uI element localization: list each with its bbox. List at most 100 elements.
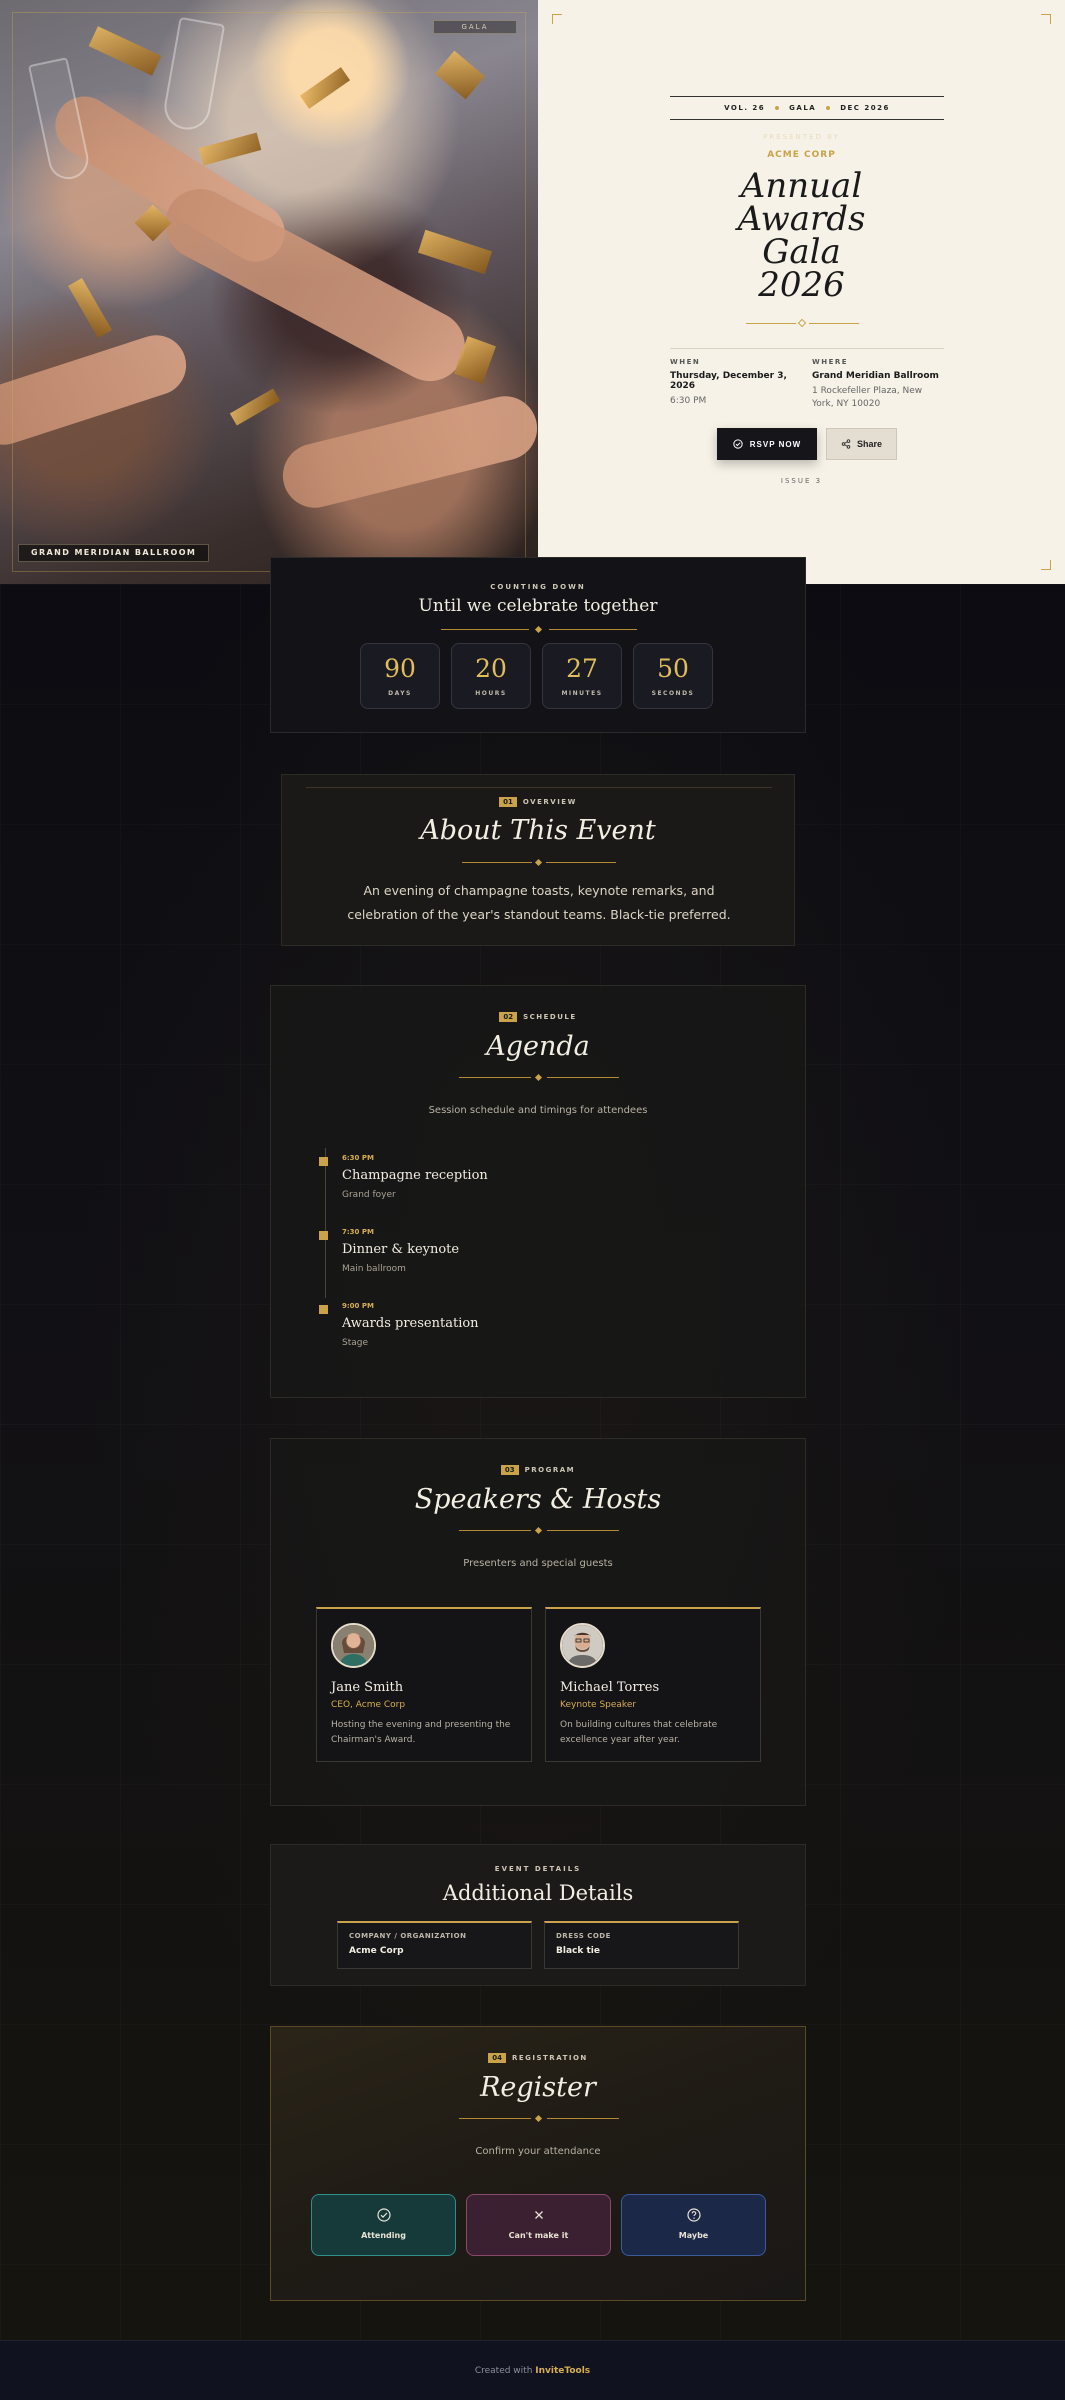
issue-number: ISSUE 3: [780, 477, 823, 485]
issue-kind: GALA: [789, 104, 817, 112]
section-tag: PROGRAM: [524, 1466, 576, 1474]
check-circle-icon: [376, 2208, 391, 2222]
agenda-name: Champagne reception: [342, 1168, 488, 1183]
detail-item: DRESS CODE Black tie: [544, 1921, 739, 1969]
cant-make-it-button[interactable]: Can't make it: [466, 2194, 611, 2256]
title-line: 2026: [758, 265, 845, 305]
share-label: Share: [856, 439, 882, 449]
countdown-days: 90 DAYS: [360, 643, 440, 709]
speaker-name: Jane Smith: [331, 1680, 404, 1695]
share-button[interactable]: Share: [826, 428, 897, 460]
speaker-description: On building cultures that celebrate exce…: [560, 1720, 718, 1745]
agenda-time: 9:00 PM: [342, 1302, 374, 1310]
details-section: EVENT DETAILS Additional Details COMPANY…: [270, 1844, 806, 1986]
share-icon: [841, 439, 851, 449]
speakers-section: 03 PROGRAM Speakers & Hosts Presenters a…: [270, 1438, 806, 1806]
speaker-card: Jane Smith CEO, Acme Corp Hosting the ev…: [316, 1607, 532, 1762]
countdown-caption: COUNTING DOWN: [490, 583, 586, 591]
footer-text: Created with: [474, 2366, 533, 2376]
speaker-role: CEO, Acme Corp: [331, 1700, 406, 1710]
option-label: Maybe: [678, 2231, 709, 2240]
countdown-unit: MINUTES: [561, 690, 603, 697]
hero-photo: GALA GRAND MERIDIAN BALLROOM: [0, 0, 538, 584]
countdown-value: 27: [566, 654, 598, 683]
details-title: Additional Details: [442, 1881, 634, 1905]
section-tag: OVERVIEW: [522, 798, 577, 806]
x-icon: [534, 2211, 543, 2219]
detail-item: COMPANY / ORGANIZATION Acme Corp: [337, 1921, 532, 1969]
countdown-value: 50: [657, 654, 689, 683]
where-block: WHERE Grand Meridian Ballroom 1 Rockefel…: [812, 358, 944, 411]
agenda-name: Awards presentation: [342, 1316, 479, 1331]
section-number: 02: [499, 1012, 518, 1022]
question-circle-icon: [686, 2208, 701, 2222]
maybe-button[interactable]: Maybe: [621, 2194, 766, 2256]
footer: Created with InviteTools: [0, 2340, 1065, 2400]
presented-by: PRESENTED BY: [763, 133, 840, 141]
overview-text: An evening of champagne toasts, keynote …: [347, 883, 731, 922]
hero: GALA GRAND MERIDIAN BALLROOM VOL. 26 GAL…: [0, 0, 1065, 584]
gala-tag: GALA: [433, 20, 517, 34]
rsvp-label: RSVP NOW: [749, 439, 802, 449]
event-title: Annual Awards Gala 2026: [538, 169, 1065, 305]
avatar: [560, 1623, 605, 1668]
countdown-hours: 20 HOURS: [451, 643, 531, 709]
register-section: 04 REGISTRATION Register Confirm your at…: [270, 2026, 806, 2301]
attending-button[interactable]: Attending: [311, 2194, 456, 2256]
section-subtitle: Confirm your attendance: [475, 2146, 601, 2157]
when-block: WHEN Thursday, December 3, 2026 6:30 PM: [670, 358, 800, 408]
countdown-unit: SECONDS: [651, 690, 695, 697]
detail-label: COMPANY / ORGANIZATION: [349, 1932, 467, 1940]
option-label: Can't make it: [508, 2231, 569, 2240]
check-circle-icon: [733, 439, 743, 449]
agenda-location: Main ballroom: [342, 1264, 406, 1274]
section-tag: SCHEDULE: [523, 1013, 577, 1021]
countdown-seconds: 50 SECONDS: [633, 643, 713, 709]
details-caption: EVENT DETAILS: [494, 1865, 582, 1873]
detail-value: Black tie: [556, 1946, 600, 1956]
rsvp-button[interactable]: RSVP NOW: [717, 428, 817, 460]
section-title: Register: [480, 2072, 596, 2103]
avatar: [331, 1623, 376, 1668]
invitation-card: VOL. 26 GALA DEC 2026 PRESENTED BY ACME …: [538, 0, 1065, 584]
section-subtitle: Session schedule and timings for attende…: [428, 1105, 648, 1116]
option-label: Attending: [361, 2231, 406, 2240]
section-number: 03: [500, 1465, 519, 1475]
section-title: About This Event: [420, 815, 656, 846]
speaker-description: Hosting the evening and presenting the C…: [331, 1720, 511, 1745]
event-date: Thursday, December 3, 2026: [670, 371, 787, 391]
event-time: 6:30 PM: [670, 396, 707, 406]
venue-name: Grand Meridian Ballroom: [812, 371, 939, 381]
issue-date: DEC 2026: [840, 104, 890, 112]
detail-label: DRESS CODE: [556, 1932, 611, 1940]
host-name: ACME CORP: [767, 150, 836, 160]
detail-value: Acme Corp: [349, 1946, 404, 1956]
countdown-section: COUNTING DOWN Until we celebrate togethe…: [270, 557, 806, 733]
countdown-value: 90: [384, 654, 416, 683]
footer-brand-link[interactable]: InviteTools: [535, 2366, 590, 2376]
section-title: Agenda: [486, 1031, 590, 1062]
countdown-value: 20: [475, 654, 507, 683]
agenda-time: 7:30 PM: [342, 1228, 374, 1236]
section-tag: REGISTRATION: [511, 2054, 588, 2062]
venue-address: 1 Rockefeller Plaza, New York, NY 10020: [812, 386, 923, 409]
agenda-location: Stage: [342, 1338, 369, 1348]
issue-bar: VOL. 26 GALA DEC 2026: [670, 96, 944, 120]
speaker-name: Michael Torres: [560, 1680, 660, 1695]
countdown-minutes: 27 MINUTES: [542, 643, 622, 709]
when-label: WHEN: [670, 358, 701, 366]
section-title: Speakers & Hosts: [414, 1484, 662, 1515]
agenda-location: Grand foyer: [342, 1190, 396, 1200]
where-label: WHERE: [812, 358, 849, 366]
countdown-unit: DAYS: [388, 690, 412, 697]
venue-tag: GRAND MERIDIAN BALLROOM: [18, 544, 210, 562]
speaker-card: Michael Torres Keynote Speaker On buildi…: [545, 1607, 761, 1762]
agenda-time: 6:30 PM: [342, 1154, 374, 1162]
section-subtitle: Presenters and special guests: [463, 1558, 613, 1569]
countdown-unit: HOURS: [475, 690, 507, 697]
speaker-role: Keynote Speaker: [560, 1700, 637, 1710]
section-number: 04: [488, 2053, 506, 2063]
section-number: 01: [499, 797, 517, 807]
issue-volume: VOL. 26: [724, 104, 766, 112]
agenda-name: Dinner & keynote: [342, 1242, 460, 1257]
